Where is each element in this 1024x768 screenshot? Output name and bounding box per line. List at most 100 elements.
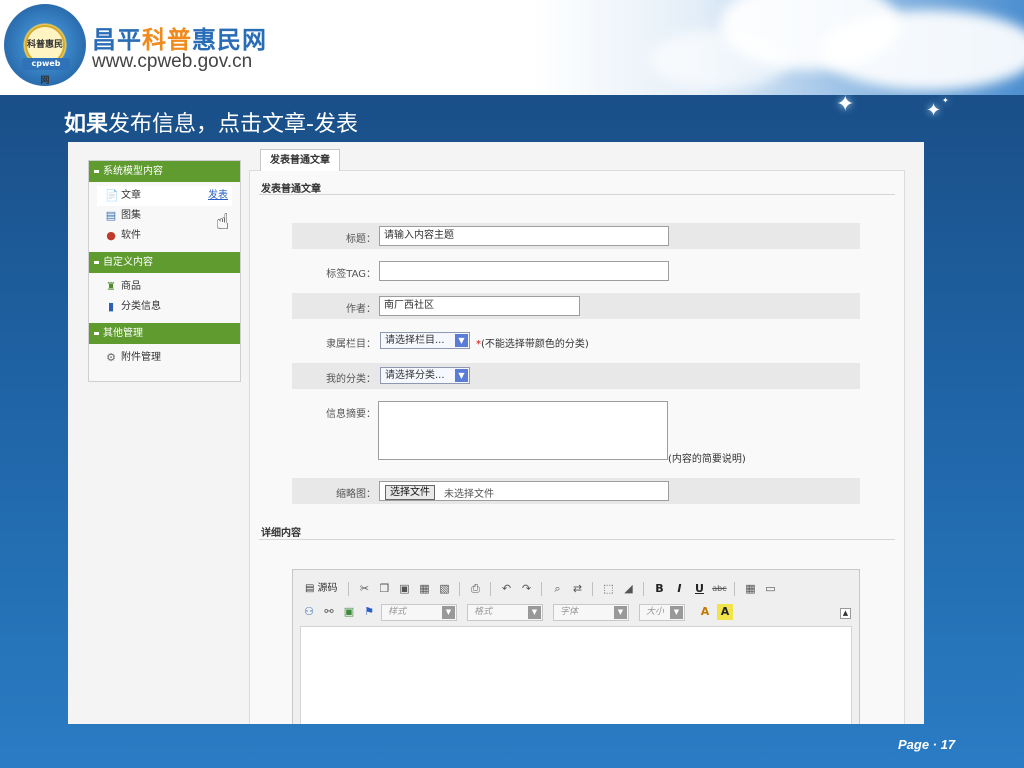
logo-band-text: cpweb bbox=[22, 58, 70, 70]
editor-content-area[interactable] bbox=[300, 626, 852, 724]
file-status: 未选择文件 bbox=[444, 489, 494, 500]
source-button[interactable]: ▤ 源码 bbox=[301, 581, 341, 597]
editor-toolbar-row-1: ▤ 源码 ✂ ❐ ▣ ▦ ▧ ⎙ ↶ ↷ ⌕ ⇄ ⬚ ◢ B I U abc ▦ … bbox=[301, 579, 778, 599]
sparkle-icon: ✦ bbox=[926, 100, 942, 121]
site-logo: 科普惠民网 cpweb bbox=[4, 4, 86, 86]
form-heading: 发表普通文章 bbox=[261, 184, 321, 195]
chevron-down-icon: ▼ bbox=[670, 605, 683, 619]
column-select-value: 请选择栏目... bbox=[385, 335, 445, 346]
sparkle-icon: ✦ bbox=[836, 92, 855, 117]
author-row: 作者： 南厂西社区 bbox=[292, 293, 860, 319]
tag-label: 标签TAG： bbox=[326, 269, 376, 280]
slide-title-bold: 如果 bbox=[64, 112, 109, 137]
title-input[interactable]: 请输入内容主题 bbox=[379, 226, 669, 246]
author-input[interactable]: 南厂西社区 bbox=[379, 296, 580, 316]
select-all-icon[interactable]: ⬚ bbox=[600, 581, 616, 597]
title-row: 标题： 请输入内容主题 bbox=[292, 223, 860, 249]
gear-icon: ⚙ bbox=[106, 351, 116, 364]
table-icon[interactable]: ▦ bbox=[742, 581, 758, 597]
image-icon[interactable]: ▣ bbox=[341, 604, 357, 620]
tag-row: 标签TAG： bbox=[292, 258, 860, 284]
sidebar-section-system[interactable]: 系统模型内容 bbox=[89, 161, 240, 182]
sidebar-item-classifieds[interactable]: ▮ 分类信息 bbox=[89, 297, 240, 317]
redo-icon[interactable]: ↷ bbox=[518, 581, 534, 597]
format-combo-value: 格式 bbox=[474, 606, 493, 617]
site-name: 昌平科普惠民网 bbox=[92, 20, 267, 55]
size-combo-value: 大小 bbox=[646, 606, 665, 617]
find-icon[interactable]: ⌕ bbox=[549, 581, 565, 597]
category-row: 我的分类： 请选择分类... ▼ bbox=[292, 363, 860, 389]
chevron-down-icon: ▼ bbox=[614, 605, 627, 619]
chevron-down-icon: ▼ bbox=[455, 334, 468, 347]
category-label: 我的分类： bbox=[326, 374, 376, 385]
divider bbox=[259, 539, 895, 540]
source-label: 源码 bbox=[317, 583, 338, 594]
sidebar-item-label: 文章 bbox=[121, 190, 141, 201]
publish-article-link[interactable]: 发表 bbox=[208, 186, 228, 206]
undo-icon[interactable]: ↶ bbox=[498, 581, 514, 597]
column-select[interactable]: 请选择栏目... ▼ bbox=[380, 332, 470, 349]
toolbar-separator bbox=[490, 582, 492, 596]
rich-text-editor: ▤ 源码 ✂ ❐ ▣ ▦ ▧ ⎙ ↶ ↷ ⌕ ⇄ ⬚ ◢ B I U abc ▦ … bbox=[292, 569, 860, 724]
tag-input[interactable] bbox=[379, 261, 669, 281]
sidebar-item-attachments[interactable]: ⚙ 附件管理 bbox=[89, 348, 240, 368]
tab-publish-article[interactable]: 发表普通文章 bbox=[260, 149, 340, 171]
sidebar-item-products[interactable]: ♜ 商品 bbox=[89, 277, 240, 297]
paste-text-icon[interactable]: ▦ bbox=[416, 581, 432, 597]
print-icon[interactable]: ⎙ bbox=[467, 581, 483, 597]
chevron-down-icon: ▼ bbox=[528, 605, 541, 619]
style-combo-value: 样式 bbox=[388, 606, 407, 617]
underline-button[interactable]: U bbox=[691, 581, 707, 597]
author-label: 作者： bbox=[346, 304, 376, 315]
sidebar-section-custom[interactable]: 自定义内容 bbox=[89, 252, 240, 273]
thumbnail-label: 缩略图： bbox=[336, 489, 376, 500]
gallery-icon: ▤ bbox=[105, 209, 117, 222]
sidebar-item-label: 图集 bbox=[121, 210, 141, 221]
category-select[interactable]: 请选择分类... ▼ bbox=[380, 367, 470, 384]
chevron-down-icon: ▼ bbox=[442, 605, 455, 619]
style-combo[interactable]: 样式 ▼ bbox=[381, 603, 457, 621]
summary-textarea[interactable] bbox=[378, 401, 668, 460]
summary-note: (内容的简要说明) bbox=[668, 454, 746, 465]
slide-title: 如果发布信息，点击文章-发表 bbox=[64, 106, 358, 138]
column-row: 隶属栏目： 请选择栏目... ▼ *(不能选择带颜色的分类) bbox=[292, 328, 860, 354]
replace-icon[interactable]: ⇄ bbox=[569, 581, 585, 597]
remove-format-icon[interactable]: ◢ bbox=[620, 581, 636, 597]
source-icon: ▤ bbox=[305, 583, 315, 594]
anchor-flag-icon[interactable]: ⚑ bbox=[361, 604, 377, 620]
slide-header: 科普惠民网 cpweb 昌平科普惠民网 www.cpweb.gov.cn bbox=[0, 0, 1024, 95]
size-combo[interactable]: 大小 ▼ bbox=[639, 603, 685, 621]
strike-button[interactable]: abc bbox=[711, 581, 727, 597]
link-icon[interactable]: ⚇ bbox=[301, 604, 317, 620]
toolbar-separator bbox=[348, 582, 350, 596]
sparkle-icon: ✦ bbox=[942, 96, 949, 105]
sidebar-item-article[interactable]: 📄 文章 发表 bbox=[97, 186, 232, 206]
text-color-icon[interactable]: A bbox=[697, 604, 713, 620]
sidebar-section-other[interactable]: 其他管理 bbox=[89, 323, 240, 344]
summary-label: 信息摘要： bbox=[326, 409, 376, 420]
horizontal-rule-icon[interactable]: ▭ bbox=[762, 581, 778, 597]
font-combo[interactable]: 字体 ▼ bbox=[553, 603, 629, 621]
bold-button[interactable]: B bbox=[651, 581, 667, 597]
collapse-toolbar-icon[interactable]: ▲ bbox=[840, 608, 851, 619]
sidebar-item-label: 分类信息 bbox=[121, 301, 161, 312]
toolbar-separator bbox=[459, 582, 461, 596]
unlink-icon[interactable]: ⚯ bbox=[321, 604, 337, 620]
cms-screenshot: 系统模型内容 📄 文章 发表 ▤ 图集 ● 软件 自定义内容 ♜ 商品 ▮ 分类… bbox=[68, 142, 924, 724]
choose-file-button[interactable]: 选择文件 bbox=[385, 485, 435, 500]
background-color-icon[interactable]: A bbox=[717, 604, 733, 620]
paste-word-icon[interactable]: ▧ bbox=[436, 581, 452, 597]
paste-icon[interactable]: ▣ bbox=[396, 581, 412, 597]
cms-sidebar: 系统模型内容 📄 文章 发表 ▤ 图集 ● 软件 自定义内容 ♜ 商品 ▮ 分类… bbox=[88, 160, 241, 382]
format-combo[interactable]: 格式 ▼ bbox=[467, 603, 543, 621]
thumbnail-file-field: 选择文件 未选择文件 bbox=[379, 481, 669, 501]
italic-button[interactable]: I bbox=[671, 581, 687, 597]
font-combo-value: 字体 bbox=[560, 606, 579, 617]
copy-icon[interactable]: ❐ bbox=[376, 581, 392, 597]
column-note: *(不能选择带颜色的分类) bbox=[476, 335, 589, 350]
cut-icon[interactable]: ✂ bbox=[356, 581, 372, 597]
page-number: Page · 17 bbox=[898, 737, 956, 752]
title-label: 标题： bbox=[346, 234, 376, 245]
chevron-down-icon: ▼ bbox=[455, 369, 468, 382]
thumbnail-row: 缩略图： 选择文件 未选择文件 bbox=[292, 478, 860, 504]
